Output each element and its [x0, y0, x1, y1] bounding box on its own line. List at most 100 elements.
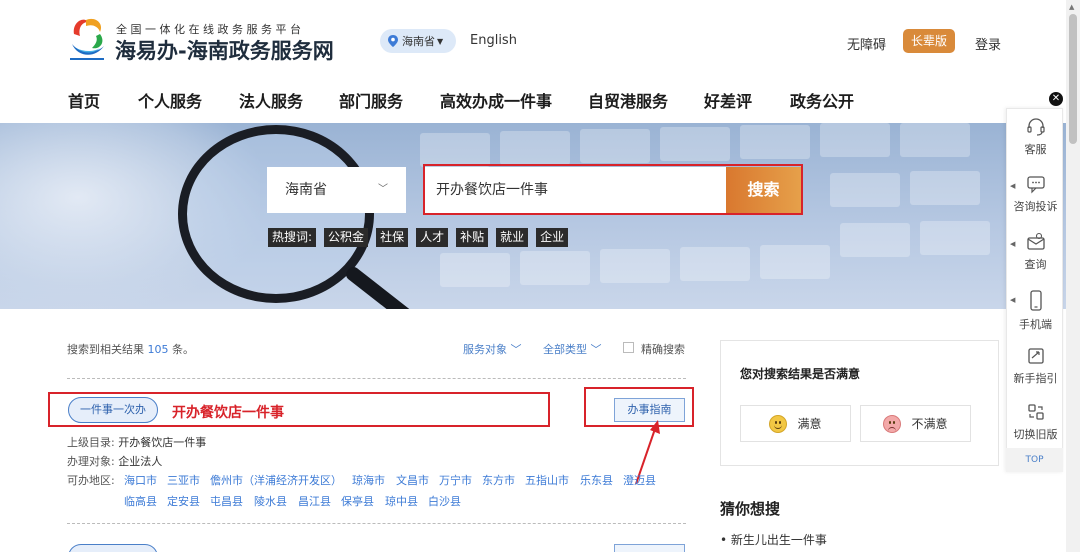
service-guide-button[interactable]: [614, 544, 685, 552]
satisfied-button[interactable]: 满意: [740, 405, 851, 442]
smile-icon: [769, 414, 788, 433]
mail-search-icon: [1026, 232, 1045, 250]
meta-label: 办理对象:: [67, 455, 115, 468]
area-link[interactable]: 东方市: [482, 472, 515, 488]
float-item-label: 切换旧版: [1013, 428, 1058, 441]
hot-word[interactable]: 公积金: [324, 228, 369, 247]
float-query[interactable]: 查询: [1007, 232, 1064, 272]
area-link[interactable]: 屯昌县: [210, 493, 243, 509]
site-title[interactable]: 海易办-海南政务服务网: [115, 35, 334, 65]
float-item-label: 新手指引: [1013, 372, 1058, 385]
close-icon[interactable]: ✕: [1049, 92, 1063, 106]
english-link[interactable]: English: [470, 33, 517, 48]
hot-word[interactable]: 人才: [416, 228, 449, 247]
area-link[interactable]: 儋州市（洋浦经济开发区）: [210, 472, 342, 488]
nav-legal-person-services[interactable]: 法人服务: [239, 88, 303, 112]
hot-word[interactable]: 社保: [376, 228, 409, 247]
headset-icon: [1026, 118, 1045, 136]
region-switcher-label: 海南省: [402, 35, 435, 48]
float-item-label: 手机端: [1019, 318, 1052, 331]
chat-icon: [1026, 176, 1045, 194]
area-link[interactable]: 万宁市: [439, 472, 472, 488]
area-link[interactable]: 琼海市: [352, 472, 385, 488]
nav-department-services[interactable]: 部门服务: [339, 88, 403, 112]
back-to-top-button[interactable]: TOP: [1006, 448, 1063, 472]
magnifier-handle-image: [343, 264, 447, 309]
float-toolbar: 客服 咨询投诉 查询 手机端 新手指引 切换旧版: [1006, 108, 1063, 472]
result-count-number: 105: [147, 343, 169, 356]
scrollbar-thumb[interactable]: [1069, 14, 1077, 144]
area-link[interactable]: 澄迈县: [623, 472, 656, 488]
float-mobile[interactable]: 手机端: [1007, 290, 1064, 332]
result-count: 搜索到相关结果 105 条。: [67, 341, 194, 357]
nav-gov-affairs[interactable]: 政务公开: [790, 88, 854, 112]
filter-service-target[interactable]: 服务对象 ﹀: [463, 341, 522, 357]
filter-label: 全部类型: [543, 343, 587, 356]
unsatisfied-label: 不满意: [911, 417, 948, 431]
area-link[interactable]: 白沙县: [428, 493, 461, 509]
location-pin-icon: [388, 35, 398, 47]
area-label: 可办地区:: [67, 474, 115, 487]
search-highlight-box: [423, 164, 803, 215]
unsatisfied-button[interactable]: 不满意: [860, 405, 971, 442]
area-link[interactable]: 三亚市: [167, 472, 200, 488]
satisfaction-panel: [720, 340, 999, 466]
search-region-select[interactable]: 海南省 ﹀: [267, 167, 406, 213]
caret-down-icon: ▼: [437, 36, 444, 46]
float-consult-complaint[interactable]: 咨询投诉: [1007, 174, 1064, 214]
float-item-label: 客服: [1024, 143, 1047, 156]
nav-home[interactable]: 首页: [68, 88, 100, 112]
region-switcher[interactable]: 海南省 ▼: [380, 29, 456, 53]
area-link[interactable]: 陵水县: [254, 493, 287, 509]
nav-personal-services[interactable]: 个人服务: [138, 88, 202, 112]
result-highlight-box: [48, 392, 550, 427]
guess-item[interactable]: • 新生儿出生一件事: [720, 531, 827, 548]
meta-label: 上级目录:: [67, 436, 115, 449]
nav-rating[interactable]: 好差评: [704, 88, 752, 112]
hot-word[interactable]: 补贴: [456, 228, 489, 247]
hot-word[interactable]: 企业: [536, 228, 569, 247]
switch-icon: [1027, 404, 1044, 420]
area-link[interactable]: 文昌市: [396, 472, 429, 488]
filter-all-types[interactable]: 全部类型 ﹀: [543, 341, 602, 357]
guess-title: 猜你想搜: [720, 500, 781, 518]
area-link[interactable]: 保亭县: [341, 493, 374, 509]
caret-left-icon: ◀: [1010, 240, 1016, 248]
elder-mode-button[interactable]: 长辈版: [903, 29, 955, 53]
float-customer-service[interactable]: 客服: [1007, 117, 1064, 157]
float-switch-old[interactable]: 切换旧版: [1007, 402, 1064, 442]
area-link[interactable]: 琼中县: [385, 493, 418, 509]
area-link[interactable]: 临高县: [124, 493, 157, 509]
float-beginner-guide[interactable]: 新手指引: [1007, 346, 1064, 386]
frown-icon: [883, 414, 902, 433]
scroll-up-icon[interactable]: ▲: [1069, 3, 1074, 11]
filter-label: 服务对象: [463, 343, 507, 356]
login-link[interactable]: 登录: [975, 34, 1001, 53]
page: 全国一体化在线政务服务平台 海易办-海南政务服务网 海南省 ▼ English …: [0, 0, 1080, 552]
magnifier-lens-image: [178, 125, 374, 303]
meta-value: 企业法人: [118, 455, 163, 468]
parent-directory-line: 上级目录: 开办餐饮店一件事: [67, 434, 206, 450]
header: 全国一体化在线政务服务平台 海易办-海南政务服务网 海南省 ▼ English …: [0, 0, 1080, 70]
area-link[interactable]: 定安县: [167, 493, 200, 509]
hot-search-row: 热搜词: 公积金 社保 人才 补贴 就业 企业: [268, 228, 569, 247]
logo-icon: [70, 18, 104, 60]
search-region-value: 海南省: [285, 182, 327, 198]
result-count-prefix: 搜索到相关结果: [67, 343, 144, 356]
area-link[interactable]: 乐东县: [580, 472, 613, 488]
nav-one-thing[interactable]: 高效办成一件事: [440, 88, 552, 112]
accessibility-link[interactable]: 无障碍: [847, 34, 886, 53]
search-banner: [0, 123, 1080, 309]
area-link[interactable]: 海口市: [124, 472, 157, 488]
nav-ftz-services[interactable]: 自贸港服务: [588, 88, 668, 112]
exact-search-checkbox[interactable]: [623, 342, 634, 353]
chevron-down-icon: ﹀: [510, 343, 522, 356]
hot-word[interactable]: 就业: [496, 228, 529, 247]
result-type-tag: [68, 544, 158, 552]
area-link[interactable]: 昌江县: [298, 493, 331, 509]
area-link[interactable]: 五指山市: [525, 472, 569, 488]
chevron-down-icon: ﹀: [590, 343, 602, 356]
phone-icon: [1029, 290, 1042, 311]
logo[interactable]: [66, 14, 108, 64]
divider: [67, 523, 686, 524]
